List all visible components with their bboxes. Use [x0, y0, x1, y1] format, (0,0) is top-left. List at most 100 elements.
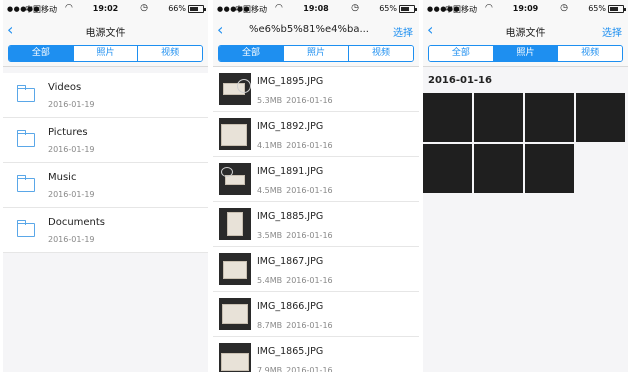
file-date: 2016-01-16: [286, 276, 333, 285]
file-meta: 4.5MB 2016-01-16: [257, 186, 333, 195]
status-bar: ●●●●● 中国移动 ◠ 19:08 ◷ 65%: [213, 0, 419, 19]
select-button[interactable]: 选择: [393, 24, 413, 39]
folder-item-pictures[interactable]: Pictures 2016-01-19: [3, 118, 208, 163]
battery-icon: [608, 5, 626, 13]
photo-grid-cell[interactable]: [576, 93, 625, 142]
file-date: 2016-01-16: [286, 96, 333, 105]
file-list: IMG_1895.JPG 5.3MB 2016-01-16 IMG_1892.JPG 4…: [213, 67, 419, 372]
file-row[interactable]: IMG_1895.JPG 5.3MB 2016-01-16: [213, 67, 419, 112]
photo-grid-cell[interactable]: [525, 93, 574, 142]
folder-name: Videos: [48, 82, 82, 93]
photo-thumbnail: [219, 118, 251, 150]
battery-percent: 66%: [168, 4, 186, 13]
segment-bar: 全部 照片 视频: [3, 42, 208, 67]
file-name: IMG_1865.JPG: [257, 346, 324, 357]
file-meta: 5.4MB 2016-01-16: [257, 276, 333, 285]
photo-thumbnail: [219, 253, 251, 285]
photo-grid-cell[interactable]: [474, 93, 523, 142]
photo-grid-cell[interactable]: [525, 144, 574, 193]
folder-item-documents[interactable]: Documents 2016-01-19: [3, 208, 208, 253]
file-date: 2016-01-16: [286, 231, 333, 240]
file-size: 5.3MB: [257, 96, 283, 105]
tab-photos[interactable]: 照片: [492, 46, 558, 61]
folder-name: Pictures: [48, 127, 88, 138]
file-date: 2016-01-16: [286, 186, 333, 195]
file-date: 2016-01-16: [286, 141, 333, 150]
file-name: IMG_1867.JPG: [257, 256, 324, 267]
photo-thumbnail: [219, 163, 251, 195]
file-size: 5.4MB: [257, 276, 283, 285]
folder-name: Documents: [48, 217, 106, 228]
file-row[interactable]: IMG_1865.JPG 7.9MB 2016-01-16: [213, 337, 419, 372]
file-meta: 4.1MB 2016-01-16: [257, 141, 333, 150]
section-date: 2016-01-16: [428, 75, 492, 86]
status-bar: ●●●●● 中国移动 ◠ 19:02 ◷ 66%: [3, 0, 208, 19]
back-chevron-icon[interactable]: ‹: [427, 21, 433, 39]
tab-photos[interactable]: 照片: [283, 46, 348, 61]
segmented-control: 全部 照片 视频: [428, 45, 623, 62]
segmented-control: 全部 照片 视频: [8, 45, 203, 62]
file-name: IMG_1866.JPG: [257, 301, 324, 312]
file-size: 8.7MB: [257, 321, 283, 330]
alarm-icon: ◷: [351, 3, 359, 13]
tab-photos[interactable]: 照片: [72, 46, 138, 61]
folder-item-music[interactable]: Music 2016-01-19: [3, 163, 208, 208]
page-title: 电源文件: [505, 28, 546, 39]
battery-percent: 65%: [379, 4, 397, 13]
file-row[interactable]: IMG_1892.JPG 4.1MB 2016-01-16: [213, 112, 419, 157]
tab-all[interactable]: 全部: [9, 46, 73, 61]
file-row[interactable]: IMG_1867.JPG 5.4MB 2016-01-16: [213, 247, 419, 292]
folder-icon: [17, 130, 35, 147]
file-name: IMG_1891.JPG: [257, 166, 324, 177]
folder-icon: [17, 220, 35, 237]
folder-date: 2016-01-19: [48, 100, 95, 109]
file-row[interactable]: IMG_1891.JPG 4.5MB 2016-01-16: [213, 157, 419, 202]
file-meta: 5.3MB 2016-01-16: [257, 96, 333, 105]
folder-icon: [17, 85, 35, 102]
file-row[interactable]: IMG_1885.JPG 3.5MB 2016-01-16: [213, 202, 419, 247]
tab-all[interactable]: 全部: [219, 46, 283, 61]
photo-grid-cell[interactable]: [474, 144, 523, 193]
back-chevron-icon[interactable]: ‹: [217, 21, 223, 39]
battery-icon: [188, 5, 206, 13]
file-date: 2016-01-16: [286, 321, 333, 330]
date-section-header: 2016-01-16: [423, 67, 628, 93]
file-name: IMG_1885.JPG: [257, 211, 324, 222]
page-title: %e6%b5%81%e4%ba...: [249, 24, 369, 35]
select-button[interactable]: 选择: [602, 24, 622, 39]
page-title: 电源文件: [85, 28, 126, 39]
file-size: 4.1MB: [257, 141, 283, 150]
screen-file-list: ●●●●● 中国移动 ◠ 19:08 ◷ 65% ‹ %e6%b5%81%e4%…: [213, 0, 419, 372]
tab-videos[interactable]: 视频: [557, 46, 622, 61]
tab-all[interactable]: 全部: [429, 46, 493, 61]
folder-name: Music: [48, 172, 77, 183]
file-meta: 3.5MB 2016-01-16: [257, 231, 333, 240]
file-name: IMG_1895.JPG: [257, 76, 324, 87]
nav-bar: ‹ %e6%b5%81%e4%ba... 选择: [213, 19, 419, 42]
tab-videos[interactable]: 视频: [137, 46, 202, 61]
screen-root-folders: ●●●●● 中国移动 ◠ 19:02 ◷ 66% ‹ 电源文件 全部 照片 视频…: [3, 0, 208, 372]
back-chevron-icon[interactable]: ‹: [7, 21, 13, 39]
folder-item-videos[interactable]: Videos 2016-01-19: [3, 73, 208, 118]
segment-bar: 全部 照片 视频: [213, 42, 419, 67]
nav-bar: ‹ 电源文件 选择: [423, 19, 628, 42]
alarm-icon: ◷: [140, 3, 148, 13]
folder-date: 2016-01-19: [48, 235, 95, 244]
file-row[interactable]: IMG_1866.JPG 8.7MB 2016-01-16: [213, 292, 419, 337]
photo-thumbnail: [219, 298, 251, 330]
status-bar: ●●●●● 中国移动 ◠ 19:09 ◷ 65%: [423, 0, 628, 19]
battery-icon: [399, 5, 417, 13]
alarm-icon: ◷: [560, 3, 568, 13]
folder-date: 2016-01-19: [48, 145, 95, 154]
folder-icon: [17, 175, 35, 192]
file-size: 4.5MB: [257, 186, 283, 195]
battery-percent: 65%: [588, 4, 606, 13]
tab-videos[interactable]: 视频: [348, 46, 413, 61]
file-size: 7.9MB: [257, 366, 283, 372]
photo-thumbnail: [219, 208, 251, 240]
file-meta: 8.7MB 2016-01-16: [257, 321, 333, 330]
file-date: 2016-01-16: [286, 366, 333, 372]
photo-grid-cell[interactable]: [423, 93, 472, 142]
file-size: 3.5MB: [257, 231, 283, 240]
photo-grid-cell[interactable]: [423, 144, 472, 193]
